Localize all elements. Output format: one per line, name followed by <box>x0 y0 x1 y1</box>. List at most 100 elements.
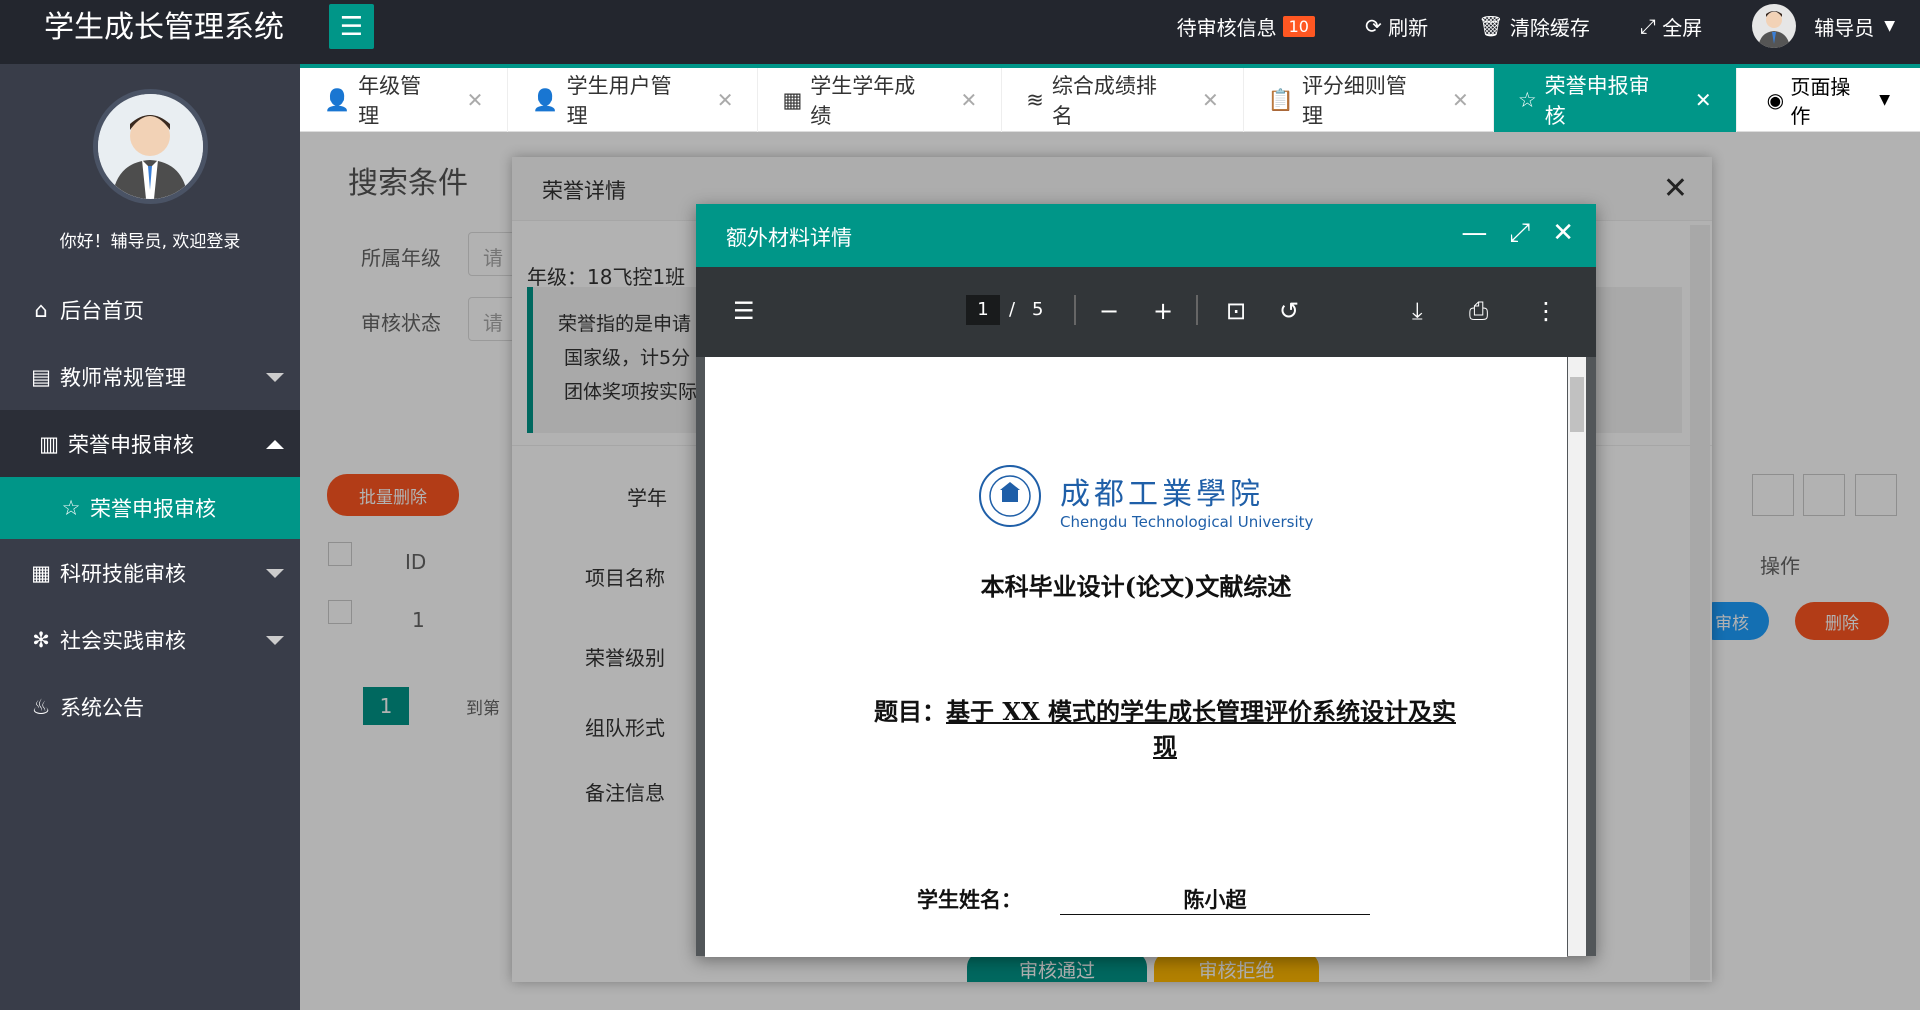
more-vert-icon[interactable]: ⋮ <box>1534 297 1558 325</box>
clipboard-icon: 📋 <box>1267 87 1294 112</box>
divider <box>1074 295 1076 325</box>
user-avatar <box>1752 4 1797 48</box>
page-ops-label: 页面操作 <box>1790 74 1851 128</box>
refresh-button[interactable]: ⟳ 刷新 <box>1365 12 1428 41</box>
app-title: 学生成长管理系统 <box>44 10 284 45</box>
user-outline-icon: 👤 <box>324 87 351 112</box>
document-title: 本科毕业设计(论文)文献综述 <box>980 572 1292 601</box>
tab-bar: 👤 年级管理 ✕ 👤 学生用户管理 ✕ ▦ 学生学年成绩 ✕ ≋ 综合成绩排名 ✕ 📋 评分细则管… <box>300 68 1920 132</box>
school-name-en: Chengdu Technological University <box>1060 513 1314 531</box>
fullscreen-label: 全屏 <box>1662 15 1703 40</box>
pdf-page: 成都工業學院 Chengdu Technological University … <box>705 357 1567 957</box>
sidebar-subitem-honor-review[interactable]: ☆ 荣誉申报审核 <box>0 477 300 539</box>
sidebar-item-notice[interactable]: ♨ 系统公告 <box>0 673 300 740</box>
book-icon: ▤ <box>31 364 51 389</box>
sidebar-item-honor[interactable]: ▥ 荣誉申报审核 <box>0 410 300 477</box>
chevron-down-icon: ▼ <box>1879 91 1891 108</box>
rotate-icon[interactable]: ↺ <box>1279 297 1299 325</box>
page-ops-dropdown[interactable]: ◉ 页面操作 ▼ <box>1737 68 1920 131</box>
menu-icon[interactable]: ☰ <box>733 297 755 325</box>
close-icon[interactable]: ✕ <box>467 88 484 112</box>
tab-label: 评分细则管理 <box>1301 74 1407 128</box>
table-icon: ▦ <box>782 88 803 112</box>
divider <box>1196 295 1198 325</box>
building-icon: ▥ <box>39 431 59 456</box>
home-icon: ⌂ <box>34 297 48 322</box>
material-detail-dialog: 额外材料详情 — ⤢ ✕ ☰ 1 / 5 − + ⊡ ↺ ⤓ ⎙ ⋮ 成都工業學… <box>696 204 1596 957</box>
presentation-icon: ▦ <box>31 560 51 585</box>
zoom-in-icon[interactable]: + <box>1153 297 1173 325</box>
welcome-text: 你好！辅导员, 欢迎登录 <box>59 232 241 252</box>
material-dialog-title: 额外材料详情 <box>726 226 852 250</box>
page-number-input[interactable]: 1 <box>966 295 1000 325</box>
tab-score-ranking[interactable]: ≋ 综合成绩排名 ✕ <box>1002 68 1244 132</box>
fullscreen-button[interactable]: ⤢ 全屏 <box>1640 12 1702 41</box>
close-icon[interactable]: ✕ <box>960 88 977 112</box>
student-name-label: 学生姓名： <box>917 887 1022 912</box>
user-menu[interactable]: 辅导员 ▼ <box>1752 4 1895 48</box>
close-icon[interactable]: ✕ <box>717 88 734 112</box>
layers-icon: ≋ <box>1026 88 1044 112</box>
topic-text: 基于 XX 模式的学生成长管理评价系统设计及实现 <box>946 697 1456 761</box>
fit-page-icon[interactable]: ⊡ <box>1226 297 1246 325</box>
fire-icon: ♨ <box>31 694 51 719</box>
palm-tree-icon: ✻ <box>32 627 50 652</box>
trash-icon: 🗑 <box>1478 14 1510 38</box>
top-nav: 待审核信息 10 ⟳ 刷新 🗑 清除缓存 ⤢ 全屏 辅导员 ▼ <box>1152 0 1920 52</box>
sidebar-item-teacher[interactable]: ▤ 教师常规管理 <box>0 343 300 410</box>
fullscreen-icon: ⤢ <box>1639 14 1663 38</box>
sidebar-item-home[interactable]: ⌂ 后台首页 <box>0 276 300 343</box>
tab-label: 年级管理 <box>358 74 422 128</box>
sidebar-item-practice[interactable]: ✻ 社会实践审核 <box>0 606 300 673</box>
scrollbar-thumb[interactable] <box>1570 377 1584 432</box>
pending-review-link[interactable]: 待审核信息 10 <box>1177 12 1315 41</box>
sidebar-item-research[interactable]: ▦ 科研技能审核 <box>0 539 300 606</box>
refresh-icon: ⟳ <box>1364 14 1389 38</box>
page-total: 5 <box>1032 299 1044 320</box>
sidebar-item-label: 教师常规管理 <box>60 365 186 390</box>
sidebar: 你好！辅导员, 欢迎登录 ⌂ 后台首页 ▤ 教师常规管理 ▥ 荣誉申报审核 ☆ 荣誉申报… <box>0 64 300 1010</box>
page-separator: / <box>1009 299 1016 320</box>
school-logo <box>978 464 1042 528</box>
star-icon: ☆ <box>61 496 81 520</box>
chevron-down-icon <box>266 569 284 578</box>
pdf-scrollbar[interactable] <box>1568 357 1586 956</box>
close-icon[interactable]: ✕ <box>1202 88 1219 112</box>
minimize-icon[interactable]: — <box>1461 218 1487 249</box>
sidebar-item-label: 荣誉申报审核 <box>68 432 194 457</box>
document-topic: 题目：基于 XX 模式的学生成长管理评价系统设计及实现 <box>865 692 1465 762</box>
school-name-cn: 成都工業學院 <box>1060 477 1264 512</box>
top-bar: 学生成长管理系统 ☰ 待审核信息 10 ⟳ 刷新 🗑 清除缓存 ⤢ 全屏 辅导员… <box>0 0 1920 64</box>
chevron-down-icon <box>266 636 284 645</box>
avatar <box>93 89 208 204</box>
student-name-value: 陈小超 <box>1060 884 1370 915</box>
tab-label: 综合成绩排名 <box>1051 74 1157 128</box>
download-icon[interactable]: ⤓ <box>1412 297 1423 325</box>
clear-cache-button[interactable]: 🗑 清除缓存 <box>1478 12 1590 41</box>
material-dialog-header: 额外材料详情 — ⤢ ✕ <box>696 204 1596 267</box>
close-icon[interactable]: ✕ <box>1452 88 1469 112</box>
menu-toggle-button[interactable]: ☰ <box>329 4 374 49</box>
print-icon[interactable]: ⎙ <box>1469 297 1488 325</box>
maximize-icon[interactable]: ⤢ <box>1509 218 1530 249</box>
tab-yearly-scores[interactable]: ▦ 学生学年成绩 ✕ <box>758 68 1003 132</box>
sidebar-item-label: 荣誉申报审核 <box>90 497 216 521</box>
chevron-down-icon <box>266 373 284 382</box>
tab-honor-review[interactable]: ☆ 荣誉申报审核 ✕ <box>1493 68 1737 132</box>
tab-scoring-rules[interactable]: 📋 评分细则管理 ✕ <box>1244 68 1494 132</box>
user-name: 辅导员 <box>1814 15 1875 40</box>
tab-label: 荣誉申报审核 <box>1544 74 1650 128</box>
zoom-out-icon[interactable]: − <box>1099 297 1119 325</box>
refresh-label: 刷新 <box>1388 15 1429 40</box>
close-icon[interactable]: ✕ <box>1552 218 1574 249</box>
close-icon[interactable]: ✕ <box>1695 88 1712 112</box>
sidebar-item-label: 社会实践审核 <box>60 628 186 653</box>
tab-label: 学生用户管理 <box>566 74 672 128</box>
tab-student-users[interactable]: 👤 学生用户管理 ✕ <box>508 68 759 132</box>
star-icon: ☆ <box>1517 88 1537 112</box>
tab-grade[interactable]: 👤 年级管理 ✕ <box>300 68 509 132</box>
sidebar-item-label: 后台首页 <box>60 298 144 323</box>
clear-cache-label: 清除缓存 <box>1509 15 1590 40</box>
pdf-toolbar: ☰ 1 / 5 − + ⊡ ↺ ⤓ ⎙ ⋮ <box>696 267 1596 357</box>
topic-label: 题目： <box>874 697 947 726</box>
